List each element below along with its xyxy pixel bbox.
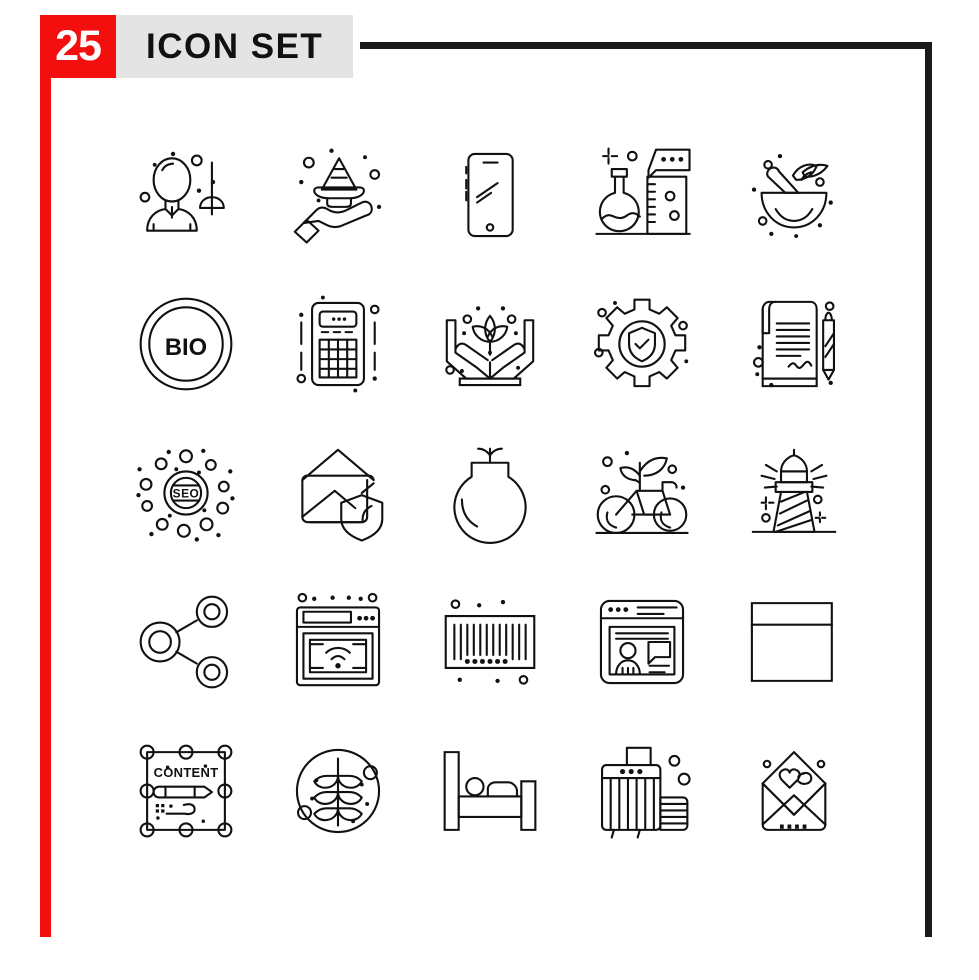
bio-badge-icon: BIO <box>132 290 240 398</box>
icon-cell-love-letter[interactable] <box>718 716 870 865</box>
icon-cell-luggage[interactable] <box>566 716 718 865</box>
smartphone-icon <box>436 141 544 249</box>
icon-cell-content-editor[interactable]: CONTENT <box>110 716 262 865</box>
botany-plant-circle-icon <box>284 737 392 845</box>
icon-cell-secure-mail[interactable] <box>262 418 414 567</box>
lighthouse-icon <box>740 439 848 547</box>
icon-cell-hand-cone[interactable] <box>262 120 414 269</box>
icon-cell-fencing-player[interactable] <box>110 120 262 269</box>
icon-cell-bio-badge[interactable]: BIO <box>110 269 262 418</box>
hand-holding-cone-icon <box>284 148 382 249</box>
luggage-icon <box>588 737 696 845</box>
content-editor-icon: CONTENT <box>132 737 240 845</box>
bio-badge-label: BIO <box>165 333 207 360</box>
icon-count-badge: 25 <box>40 15 116 78</box>
browser-window-icon <box>740 588 848 696</box>
page-title: Icon Set <box>146 26 324 66</box>
icon-grid: BIO SEO CONTENT <box>110 120 870 865</box>
icon-cell-bed[interactable] <box>414 716 566 865</box>
icon-cell-mortar-pestle[interactable] <box>718 120 870 269</box>
icon-cell-calculator[interactable] <box>262 269 414 418</box>
icon-cell-lighthouse[interactable] <box>718 418 870 567</box>
fencing-player-icon <box>132 151 240 249</box>
barcode-icon <box>436 588 544 696</box>
icon-cell-browser-wifi[interactable] <box>262 567 414 716</box>
calculator-icon <box>284 295 392 392</box>
icon-cell-contract-pen[interactable] <box>718 269 870 418</box>
icon-cell-share-network[interactable] <box>110 567 262 716</box>
icon-cell-chemistry-lab[interactable] <box>566 120 718 269</box>
love-letter-icon <box>740 737 848 845</box>
chemistry-lab-icon <box>588 141 696 249</box>
content-label: CONTENT <box>154 764 219 779</box>
title-plate: 25 Icon Set <box>40 15 354 78</box>
icon-cell-seo-network[interactable]: SEO <box>110 418 262 567</box>
hands-holding-plant-icon <box>436 305 544 398</box>
mortar-and-pestle-icon <box>751 153 833 238</box>
icon-cell-eco-bicycle[interactable] <box>566 418 718 567</box>
seed-bulb-icon <box>436 439 544 547</box>
icon-cell-botany-circle[interactable] <box>262 716 414 865</box>
icon-cell-smartphone[interactable] <box>414 120 566 269</box>
bed-icon <box>436 737 544 845</box>
seo-label: SEO <box>173 486 200 500</box>
icon-cell-barcode[interactable] <box>414 567 566 716</box>
gear-shield-icon <box>588 290 689 398</box>
icon-cell-webinar-window[interactable] <box>566 567 718 716</box>
secure-mail-icon <box>284 439 392 547</box>
icon-cell-hands-plant[interactable] <box>414 269 566 418</box>
webinar-window-icon <box>588 588 696 696</box>
icon-cell-gear-shield[interactable] <box>566 269 718 418</box>
red-accent-stripe <box>40 15 51 937</box>
icon-cell-seed-bulb[interactable] <box>414 418 566 567</box>
icon-cell-browser-window[interactable] <box>718 567 870 716</box>
browser-wifi-icon <box>284 588 392 696</box>
contract-with-pen-icon <box>740 290 848 398</box>
seo-network-icon: SEO <box>136 448 235 542</box>
share-network-icon <box>132 588 240 696</box>
icon-set-page: 25 Icon Set <box>0 0 979 980</box>
eco-bicycle-icon <box>588 450 696 547</box>
